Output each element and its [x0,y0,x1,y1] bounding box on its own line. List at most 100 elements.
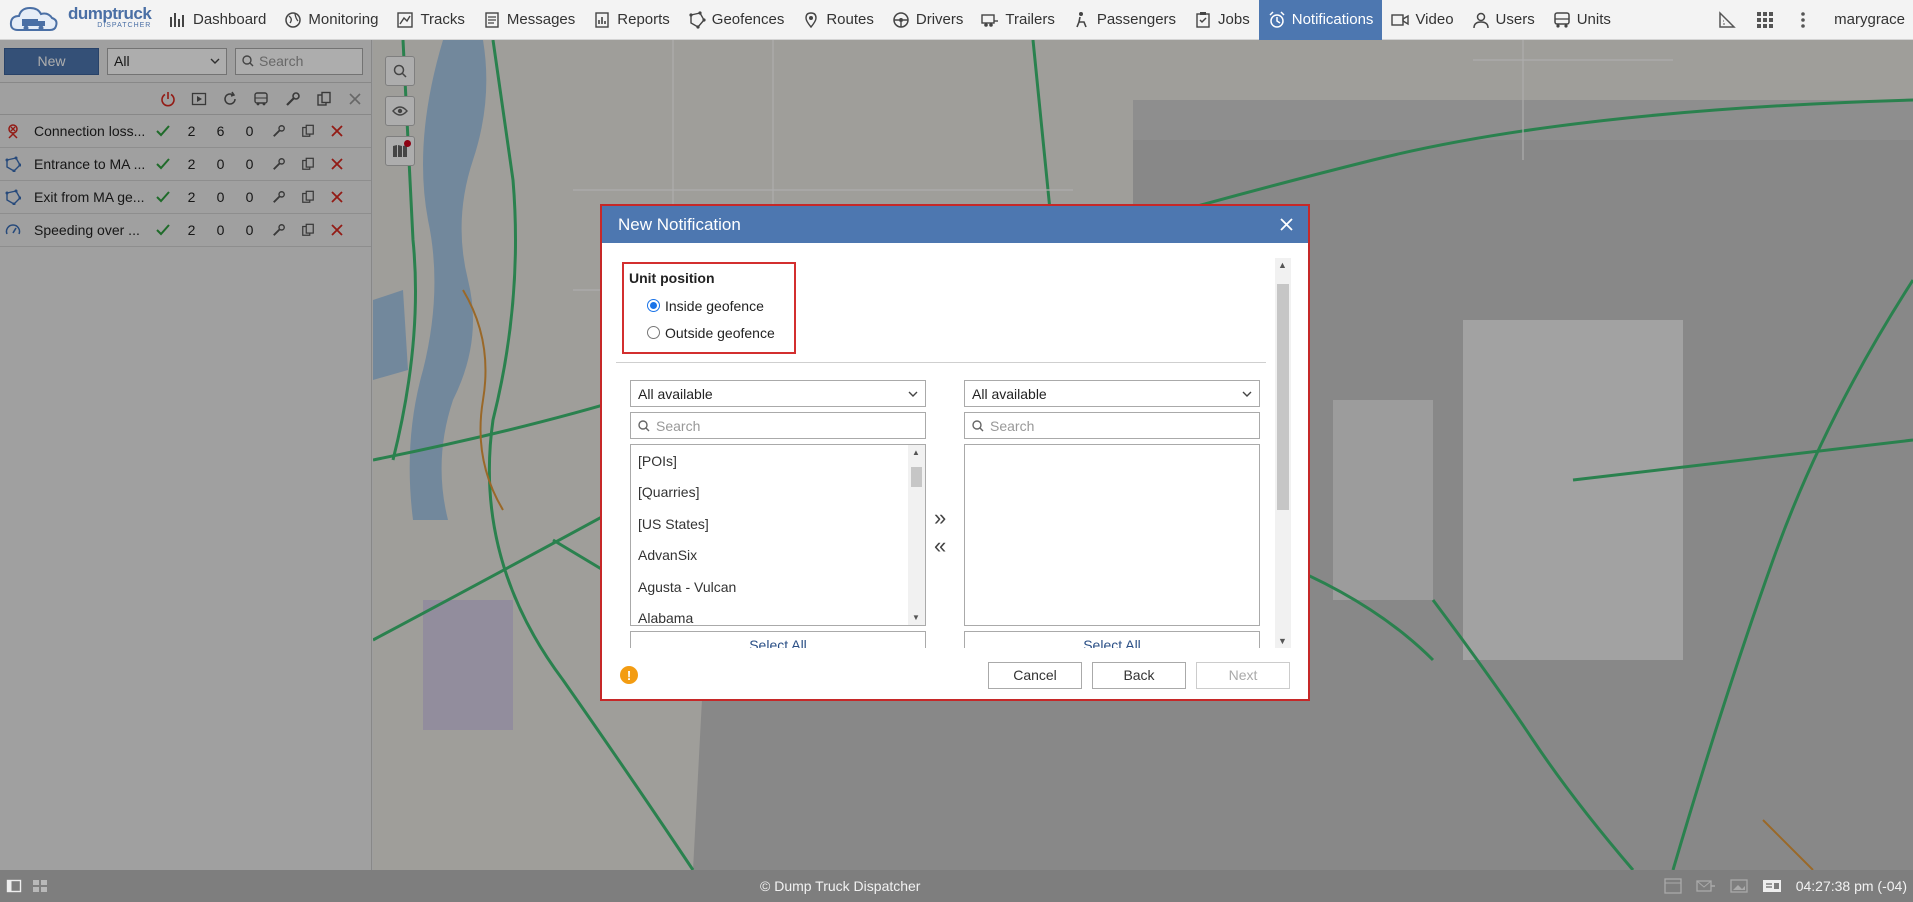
main-nav: Dashboard Monitoring Tracks Messages Reports… [160,0,1620,40]
available-search-placeholder: Search [656,417,701,434]
envelope-arrow-icon[interactable] [1696,878,1716,894]
section-divider [616,362,1266,363]
calculator-icon[interactable] [1664,878,1682,894]
clock-time: 04:27:38 pm (-04) [1795,878,1907,894]
dialog-title: New Notification [618,214,741,234]
select-all-available-button[interactable]: Select All [630,631,926,648]
available-group-value: All available [638,385,713,402]
panel-toggle-icon[interactable] [6,878,22,894]
available-geofence-list[interactable]: [POIs] [Quarries] [US States] AdvanSix Agust… [630,444,926,626]
top-right-tools: marygrace [1708,0,1913,40]
nav-users[interactable]: Users [1463,0,1544,40]
list-item[interactable]: [US States] [631,508,925,540]
status-bar: © Dump Truck Dispatcher 04:27:38 pm (-04… [0,870,1913,902]
cancel-button[interactable]: Cancel [988,661,1082,689]
available-list-scrollbar[interactable]: ▲ ▼ [908,445,925,625]
nav-label: Units [1576,11,1611,28]
top-navigation-bar: dumptruck DISPATCHER Dashboard Monitoring… [0,0,1913,40]
selected-geofence-list[interactable] [964,444,1260,626]
list-item[interactable]: Agusta - Vulcan [631,571,925,603]
nav-label: Drivers [915,11,964,28]
nav-monitoring[interactable]: Monitoring [275,0,387,40]
nav-label: Geofences [711,11,785,28]
nav-geofences[interactable]: Geofences [679,0,794,40]
nav-jobs[interactable]: Jobs [1185,0,1259,40]
select-all-selected-button[interactable]: Select All [964,631,1260,648]
footer-buttons: Cancel Back Next [988,661,1290,689]
radio-outside-geofence[interactable]: Outside geofence [647,319,789,346]
next-button[interactable]: Next [1196,661,1290,689]
move-right-button[interactable]: » [934,507,946,529]
track-icon [397,11,414,28]
move-left-button[interactable]: « [934,535,946,557]
available-group-select[interactable]: All available [630,380,926,407]
steering-wheel-icon [893,11,909,28]
ruler-icon[interactable] [1708,0,1746,40]
warning-icon[interactable]: ! [620,666,638,684]
passenger-icon [1076,11,1087,27]
jobs-icon [1196,11,1210,28]
list-item[interactable]: [Quarries] [631,477,925,509]
chevron-down-icon [1242,391,1252,397]
video-icon [1391,13,1410,26]
dialog-close-button[interactable] [1276,215,1296,235]
selected-group-select[interactable]: All available [964,380,1260,407]
scroll-down-arrow-icon[interactable]: ▼ [912,613,920,622]
logo-text: dumptruck DISPATCHER [68,5,152,32]
nav-video[interactable]: Video [1382,0,1462,40]
search-icon [638,419,650,431]
nav-tracks[interactable]: Tracks [387,0,473,40]
unit-position-header: Unit position [629,270,715,286]
bus-icon [1553,11,1570,28]
nav-reports[interactable]: Reports [584,0,679,40]
nav-label: Reports [617,11,670,28]
globe-icon [285,11,302,28]
scroll-up-arrow-icon[interactable]: ▲ [912,448,920,457]
cloud-truck-logo-icon [9,6,58,31]
list-item[interactable]: Alabama [631,603,925,625]
apps-grid-icon[interactable] [1746,0,1784,40]
radio-outside-indicator[interactable] [647,326,660,339]
nav-messages[interactable]: Messages [474,0,584,40]
geofence-icon [689,10,706,29]
list-item[interactable]: AdvanSix [631,540,925,572]
scroll-down-arrow-icon[interactable]: ▼ [1278,636,1287,646]
nav-label: Video [1415,11,1454,28]
nav-label: Monitoring [308,11,379,28]
back-button[interactable]: Back [1092,661,1186,689]
dialog-body: Unit position Inside geofence Outside ge… [616,258,1282,648]
list-item[interactable]: [POIs] [631,445,925,477]
username[interactable]: marygrace [1822,11,1913,28]
dialog-scrollbar[interactable]: ▲ ▼ [1275,258,1291,648]
scroll-up-arrow-icon[interactable]: ▲ [1278,260,1287,270]
nav-passengers[interactable]: Passengers [1064,0,1185,40]
dialog-footer: ! Cancel Back Next [602,651,1308,699]
radio-outside-label: Outside geofence [665,324,775,341]
more-vertical-icon[interactable] [1784,0,1822,40]
dialog-scrollbar-thumb[interactable] [1277,284,1289,510]
selected-search-input[interactable]: Search [964,412,1260,439]
messages-icon [485,11,499,28]
nav-dashboard[interactable]: Dashboard [160,0,275,40]
nav-drivers[interactable]: Drivers [883,0,973,40]
app-logo[interactable]: dumptruck DISPATCHER [0,0,160,40]
nav-trailers[interactable]: Trailers [972,0,1063,40]
status-bar-left [0,878,760,894]
reports-icon [595,11,609,28]
nav-label: Dashboard [193,11,267,28]
radio-inside-geofence[interactable]: Inside geofence [647,292,789,319]
id-card-icon[interactable] [1762,878,1782,894]
scrollbar-thumb[interactable] [911,467,922,487]
image-icon[interactable] [1730,878,1748,894]
user-icon [1472,12,1489,28]
nav-notifications[interactable]: Notifications [1258,0,1383,40]
nav-label: Trailers [1005,11,1055,28]
nav-units[interactable]: Units [1544,0,1620,40]
nav-routes[interactable]: Routes [793,0,883,40]
grid-layout-icon[interactable] [32,878,48,894]
nav-label: Users [1495,11,1535,28]
selected-geofences-column: All available Search Select All [964,380,1260,648]
available-search-input[interactable]: Search [630,412,926,439]
selected-search-placeholder: Search [990,417,1035,434]
radio-inside-indicator[interactable] [647,299,660,312]
